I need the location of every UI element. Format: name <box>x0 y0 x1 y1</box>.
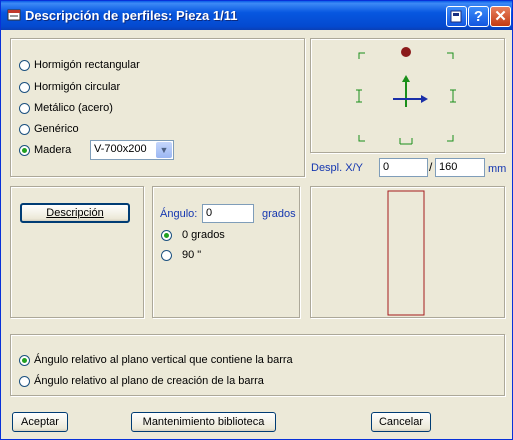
radio-metalico[interactable]: Metálico (acero) <box>19 102 113 114</box>
descripcion-button-label: Descripción <box>46 207 104 219</box>
radio-dot[interactable] <box>161 249 172 261</box>
descripcion-button[interactable]: Descripción <box>20 203 130 223</box>
position-preview-panel <box>310 38 505 153</box>
select-value: V-700x200 <box>94 143 147 155</box>
radio-dot[interactable] <box>19 354 30 366</box>
displacement-separator: / <box>429 160 433 174</box>
displacement-label: Despl. X/Y <box>311 162 363 174</box>
position-preview <box>356 47 456 145</box>
radio-dot[interactable] <box>19 59 30 71</box>
dialog-window: Descripción de perfiles: Pieza 1/11 ? ✕ … <box>0 0 513 440</box>
radio-label: Madera <box>34 144 72 156</box>
radio-label: Metálico (acero) <box>34 102 113 114</box>
displacement-unit: mm <box>488 163 507 175</box>
radio-hormigon-circular[interactable]: Hormigón circular <box>19 81 120 93</box>
section-preview <box>387 190 425 316</box>
radio-angle-0[interactable]: 0 grados <box>161 229 225 241</box>
angle-input[interactable]: 0 <box>202 204 254 223</box>
radio-dot[interactable] <box>19 102 30 114</box>
cancel-button[interactable]: Cancelar <box>371 412 431 432</box>
radio-label: 90 " <box>182 249 202 261</box>
radio-generico[interactable]: Genérico <box>19 123 79 135</box>
angle-unit: grados <box>262 208 296 220</box>
library-maintenance-button[interactable]: Mantenimiento biblioteca <box>131 412 276 432</box>
radio-label: Ángulo relativo al plano vertical que co… <box>34 354 293 366</box>
section-outline <box>387 190 425 316</box>
close-button[interactable]: ✕ <box>490 6 511 27</box>
title-bar: Descripción de perfiles: Pieza 1/11 ? ✕ <box>1 1 512 30</box>
displacement-x-input[interactable]: 0 <box>379 158 428 177</box>
context-help-icon[interactable] <box>446 6 467 27</box>
radio-label: Hormigón circular <box>34 81 121 93</box>
help-button[interactable]: ? <box>468 6 489 27</box>
radio-label: 0 grados <box>182 229 225 241</box>
y-axis-arrowhead <box>402 75 410 82</box>
insertion-point-marker <box>401 47 411 57</box>
radio-label: Ángulo relativo al plano de creación de … <box>34 375 264 387</box>
angle-label: Ángulo: <box>160 208 198 220</box>
x-axis-arrowhead <box>421 95 428 103</box>
chevron-down-icon[interactable]: ▼ <box>156 142 172 158</box>
radio-relative-creation[interactable]: Ángulo relativo al plano de creación de … <box>19 375 264 387</box>
radio-angle-90[interactable]: 90 " <box>161 249 201 261</box>
radio-dot[interactable] <box>161 229 172 241</box>
madera-profile-select[interactable]: V-700x200 ▼ <box>90 140 174 160</box>
accept-button[interactable]: Aceptar <box>12 412 68 432</box>
radio-dot[interactable] <box>19 144 30 156</box>
section-preview-panel <box>310 186 505 318</box>
radio-dot[interactable] <box>19 375 30 387</box>
radio-relative-vertical[interactable]: Ángulo relativo al plano vertical que co… <box>19 354 293 366</box>
radio-hormigon-rectangular[interactable]: Hormigón rectangular <box>19 59 140 71</box>
radio-dot[interactable] <box>19 81 30 93</box>
displacement-y-input[interactable]: 160 <box>435 158 485 177</box>
app-icon <box>7 9 21 21</box>
radio-label: Hormigón rectangular <box>34 59 140 71</box>
radio-label: Genérico <box>34 123 79 135</box>
radio-madera[interactable]: Madera <box>19 144 71 156</box>
radio-dot[interactable] <box>19 123 30 135</box>
window-title: Descripción de perfiles: Pieza 1/11 <box>25 8 238 23</box>
